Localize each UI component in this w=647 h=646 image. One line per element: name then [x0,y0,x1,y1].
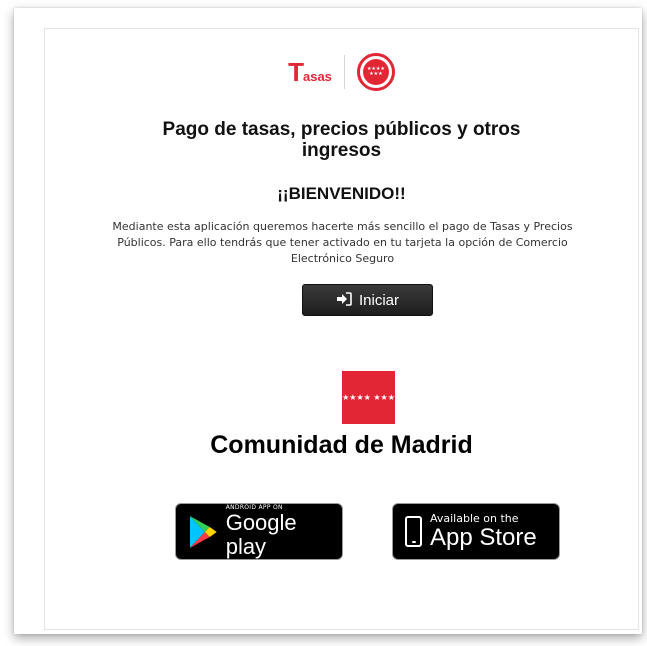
description-text: Mediante esta aplicación queremos hacert… [112,220,573,265]
start-button-label: Iniciar [358,291,399,309]
iphone-icon [405,516,422,547]
tasas-logo: T asas [288,59,342,85]
google-play-badge[interactable]: ANDROID APP ON Google play [175,503,343,560]
google-play-text: ANDROID APP ON Google play [226,504,342,559]
tasas-logo-rest: asas [302,69,332,84]
page-title: Pago de tasas, precios públicos y otros … [162,119,521,161]
logo-row: T asas ★★★★ ★★★ [45,53,638,91]
app-store-badge[interactable]: Available on the App Store [392,503,560,560]
welcome-heading: ¡¡BIENVENIDO!! [277,184,406,203]
seal-stars: ★★★★ ★★★ [362,59,389,85]
google-play-icon [189,515,217,548]
flag-stars: ★★★★ ★★★ [342,392,395,402]
madrid-seal-icon: ★★★★ ★★★ [356,53,395,91]
google-play-bottom: Google play [225,510,297,559]
logo-divider [343,55,345,89]
app-store-text: Available on the App Store [430,512,537,551]
welcome-card: T asas ★★★★ ★★★ Pago de tasas, precios p… [44,28,639,630]
tasas-logo-initial: T [288,57,304,87]
organization-name: Comunidad de Madrid [210,431,473,459]
start-button[interactable]: Iniciar [302,284,433,316]
sign-in-icon [336,291,352,309]
comunidad-madrid-flag-icon: ★★★★ ★★★ [342,371,395,424]
app-store-bottom: App Store [430,524,537,551]
window-frame: T asas ★★★★ ★★★ Pago de tasas, precios p… [14,8,642,634]
